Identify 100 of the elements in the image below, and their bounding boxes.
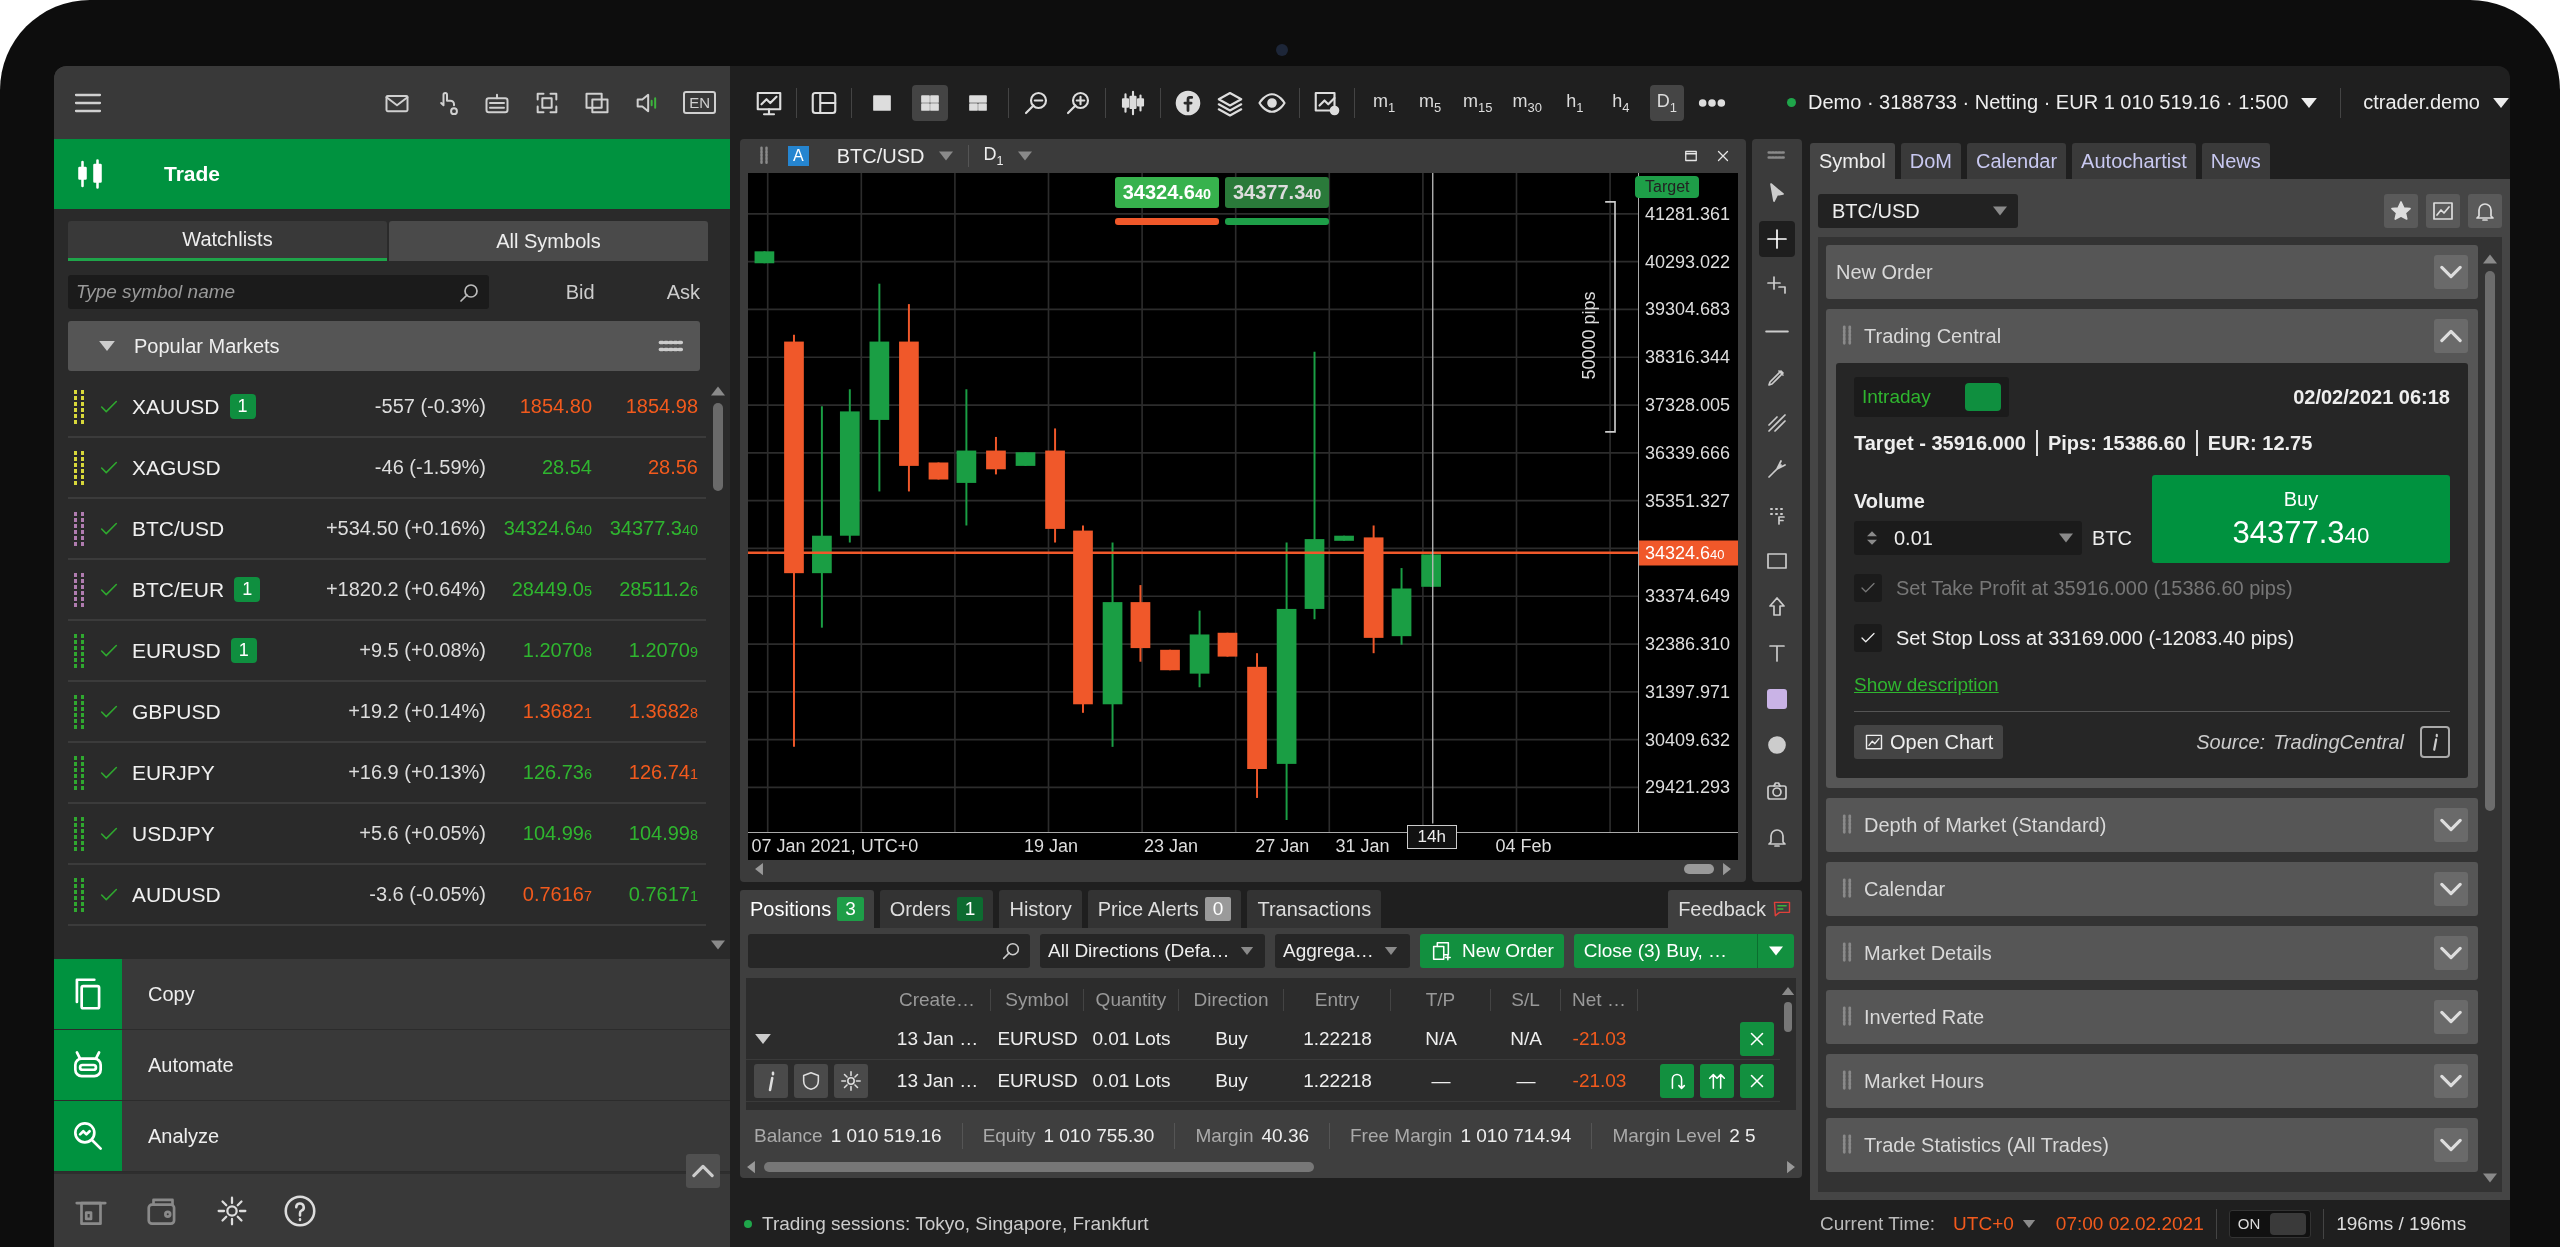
panel-tab[interactable]: Orders 1 — [879, 890, 994, 928]
expand-button[interactable] — [2434, 1064, 2468, 1098]
account-summary[interactable]: Demo · 3188733 · Netting · EUR 1 010 519.16 · 1:500 — [1807, 91, 2289, 114]
color-swatch-icon — [1765, 687, 1789, 711]
bid-price: 28.54 — [540, 456, 592, 479]
expand-button[interactable] — [2434, 255, 2468, 289]
alert-button[interactable] — [2468, 194, 2502, 228]
symbol-name: BTC/USD — [132, 516, 225, 541]
timeframe-button[interactable]: m$_{15}$ — [1459, 84, 1497, 121]
section-title[interactable]: Trade Statistics (All Trades) — [1864, 1133, 2109, 1157]
symbol-dropdown[interactable]: BTC/USD — [1818, 194, 2018, 228]
language-button[interactable]: EN — [683, 91, 716, 114]
expand-button[interactable] — [2434, 1128, 2468, 1162]
info-button[interactable] — [2420, 726, 2450, 758]
section-title[interactable]: Market Details — [1864, 941, 1992, 965]
chart-symbol[interactable]: BTC/USD — [836, 144, 925, 168]
scrollbar-thumb[interactable] — [2485, 271, 2495, 811]
section-title[interactable]: Market Hours — [1864, 1069, 1985, 1093]
panel-tab[interactable]: Price Alerts 0 — [1087, 890, 1242, 928]
panel-tab[interactable]: Transactions — [1247, 890, 1382, 928]
section-title[interactable]: Inverted Rate — [1864, 1005, 1985, 1029]
panel-tab[interactable]: Positions 3 — [740, 890, 874, 928]
direction-dropdown[interactable]: All Directions (Defa… — [1040, 934, 1265, 968]
timeframe-button[interactable]: m$_{30}$ — [1508, 84, 1546, 121]
timeframe-button[interactable]: m$_{1}$ — [1367, 84, 1401, 121]
option-label: Set Stop Loss at 33169.000 (-12083.40 pips) — [1896, 626, 2295, 650]
mode-selector[interactable]: Intraday — [1854, 377, 2009, 417]
search-field[interactable]: Type symbol name — [68, 275, 490, 309]
section-title[interactable]: Trading Central — [1864, 324, 2002, 348]
panel-tab[interactable]: News — [2201, 143, 2270, 179]
symbol-name: AUDUSD — [132, 882, 221, 907]
column-header[interactable]: Entry — [1284, 989, 1391, 1011]
close-position-button[interactable] — [1740, 1063, 1774, 1098]
column-header[interactable]: Quantity — [1084, 989, 1179, 1011]
timezone-dropdown[interactable]: UTC+0 — [1953, 1212, 2014, 1235]
expand-button[interactable] — [2434, 808, 2468, 842]
table-cell-text: — — [1430, 1069, 1452, 1092]
scrollbar-thumb[interactable] — [1784, 1002, 1792, 1032]
protection-button[interactable] — [794, 1063, 828, 1098]
expand-button[interactable] — [2434, 319, 2468, 353]
feedback-button[interactable]: Feedback — [1668, 890, 1802, 928]
info-button[interactable] — [754, 1063, 788, 1098]
grouping-dropdown[interactable]: Aggrega… — [1275, 934, 1410, 968]
column-header[interactable]: Direction — [1179, 989, 1284, 1011]
expand-button[interactable] — [2434, 936, 2468, 970]
settings-icon[interactable] — [216, 1194, 248, 1227]
column-header[interactable]: T/P — [1391, 989, 1491, 1011]
panel-tab[interactable]: Calendar — [1966, 143, 2067, 179]
panel-tab[interactable]: Autochartist — [2072, 143, 2196, 179]
close-position-button[interactable] — [1740, 1021, 1774, 1056]
scrollbar-thumb[interactable] — [1684, 864, 1714, 874]
toggle-switch[interactable] — [1964, 383, 2001, 411]
reverse-button[interactable] — [1660, 1063, 1694, 1098]
checkbox[interactable] — [1854, 624, 1882, 652]
chart-type-badge[interactable]: A — [788, 146, 809, 166]
expand-button[interactable] — [2434, 872, 2468, 906]
section-title[interactable]: Calendar — [1864, 877, 1946, 901]
trade-section-bar[interactable]: Trade — [54, 139, 730, 209]
column-header[interactable]: Symbol — [991, 989, 1084, 1011]
scrollbar-thumb[interactable] — [713, 403, 723, 491]
watchlist-tab[interactable]: Watchlists — [68, 221, 387, 261]
group-header[interactable]: Popular Markets — [68, 321, 700, 371]
summary-label: Free Margin — [1350, 1125, 1453, 1147]
chart-button[interactable] — [2426, 194, 2460, 228]
close-positions-button[interactable]: Close (3) Buy, … — [1573, 934, 1794, 968]
timeframe-button[interactable]: h$_{4}$ — [1603, 84, 1638, 121]
timeframe-button[interactable]: D$_{1}$ — [1649, 84, 1684, 121]
new-order-button[interactable]: New Order — [1420, 934, 1564, 968]
panel-tab[interactable]: Symbol — [1810, 143, 1895, 179]
drawing-tool-button[interactable] — [1759, 221, 1795, 257]
collapse-button[interactable] — [686, 1154, 720, 1188]
watchlist-tab[interactable]: All Symbols — [389, 221, 708, 261]
user-name[interactable]: ctrader.demo — [2363, 91, 2480, 114]
timeframe-button[interactable]: h$_{1}$ — [1557, 84, 1592, 121]
panel-tab[interactable]: DoM — [1900, 143, 1961, 179]
scrollbar-thumb[interactable] — [764, 1162, 1314, 1172]
search-field[interactable] — [748, 934, 1030, 968]
show-description-link[interactable]: Show description — [1854, 674, 1999, 696]
circle-icon — [1765, 733, 1789, 757]
nav-item[interactable]: Automate — [54, 1030, 730, 1101]
expand-button[interactable] — [2434, 1000, 2468, 1034]
favorite-button[interactable] — [2384, 194, 2418, 228]
column-header[interactable]: S/L — [1491, 989, 1561, 1011]
section-title[interactable]: New Order — [1836, 260, 1933, 284]
crosshair-time-label: 14h — [1406, 825, 1457, 849]
panel-tab[interactable]: History — [999, 890, 1082, 928]
column-header[interactable]: Net … — [1561, 989, 1638, 1011]
column-header[interactable]: Create… — [884, 989, 991, 1011]
open-chart-button[interactable]: Open Chart — [1854, 725, 2004, 759]
nav-item[interactable]: Copy — [54, 959, 730, 1030]
double-up-button[interactable] — [1700, 1063, 1734, 1098]
price-label: 32386.310 — [1645, 633, 1731, 655]
layout-button[interactable] — [912, 84, 948, 121]
section-title[interactable]: Depth of Market (Standard) — [1864, 813, 2107, 837]
toggle-switch[interactable]: ON — [2228, 1209, 2312, 1238]
volume-field[interactable]: 0.01 — [1854, 521, 2082, 555]
settings-button[interactable] — [834, 1063, 868, 1098]
horizontal-line-icon — [1765, 328, 1789, 334]
timeframe-button[interactable]: m$_{5}$ — [1413, 84, 1447, 121]
chart-timeframe[interactable]: D$_{1}$ — [983, 144, 1004, 168]
